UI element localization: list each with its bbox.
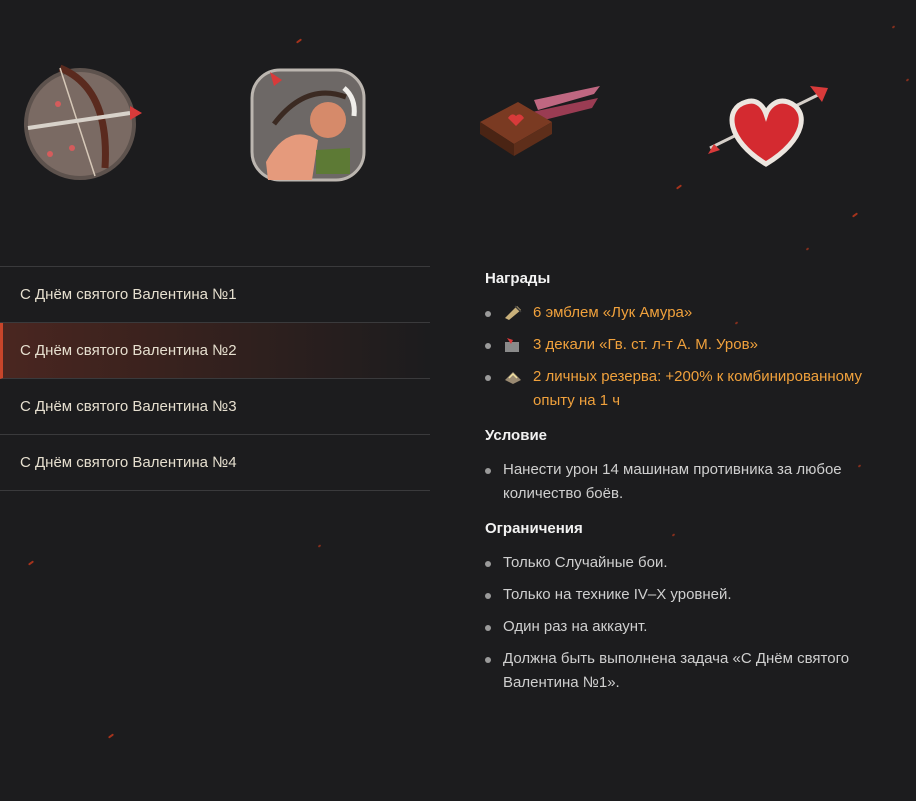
reserve-icon [503, 368, 523, 386]
quest-item-1[interactable]: С Днём святого Валентина №1 [0, 267, 430, 323]
limits-list: Только Случайные бои. Только на технике … [485, 551, 895, 695]
condition-item: Нанести урон 14 машинам противника за лю… [485, 458, 895, 506]
limit-item: Один раз на аккаунт. [485, 615, 895, 639]
spark [295, 38, 303, 44]
limits-title: Ограничения [485, 520, 583, 537]
quest-item-label: С Днём святого Валентина №4 [20, 454, 237, 471]
quest-item-4[interactable]: С Днём святого Валентина №4 [0, 435, 430, 491]
limit-item: Только на технике IV–X уровней. [485, 583, 895, 607]
emblem-icon [503, 304, 523, 322]
limit-item: Должна быть выполнена задача «С Днём свя… [485, 647, 895, 695]
rewards-title: Награды [485, 270, 551, 287]
quest-item-label: С Днём святого Валентина №2 [20, 342, 237, 359]
quest-details: Награды 6 эмблем «Лук Амура» 3 декали «Г… [485, 262, 895, 709]
reward-item: 3 декали «Гв. ст. л-т А. М. Уров» [485, 333, 895, 357]
quest-item-3[interactable]: С Днём святого Валентина №3 [0, 379, 430, 435]
cupid-bow-emblem [20, 58, 145, 188]
spark [27, 560, 35, 566]
quest-item-2[interactable]: С Днём святого Валентина №2 [0, 323, 430, 379]
spark [805, 247, 810, 251]
heart-arrow-emblem [706, 80, 831, 170]
quest-item-label: С Днём святого Валентина №3 [20, 398, 237, 415]
decal-icon [503, 336, 523, 354]
condition-list: Нанести урон 14 машинам противника за лю… [485, 458, 895, 506]
reward-item: 2 личных резерва: +200% к комбинированно… [485, 365, 895, 413]
spark [905, 78, 910, 82]
spark [675, 184, 683, 190]
quest-list: С Днём святого Валентина №1 С Днём свято… [0, 266, 430, 491]
condition-title: Условие [485, 427, 548, 444]
limit-item: Только Случайные бои. [485, 551, 895, 575]
archer-strongman-emblem [246, 62, 371, 187]
spark [891, 25, 896, 29]
quest-item-label: С Днём святого Валентина №1 [20, 286, 237, 303]
spark [317, 544, 322, 548]
flying-box-emblem [474, 82, 604, 162]
spark [851, 212, 859, 218]
rewards-list: 6 эмблем «Лук Амура» 3 декали «Гв. ст. л… [485, 301, 895, 413]
spark [107, 733, 115, 739]
reward-item: 6 эмблем «Лук Амура» [485, 301, 895, 325]
